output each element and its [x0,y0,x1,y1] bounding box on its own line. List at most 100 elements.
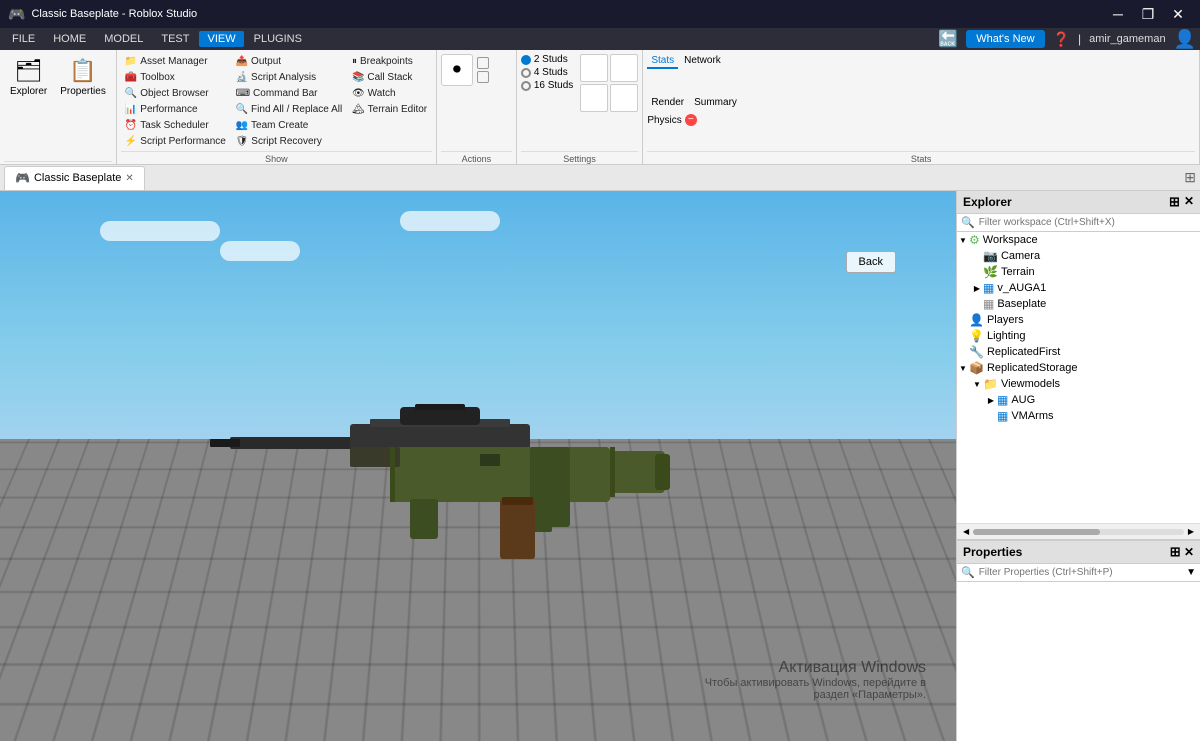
properties-btn[interactable]: 📋 Properties [54,54,112,101]
back-button[interactable]: Back [846,251,896,273]
close-button[interactable]: ✕ [1164,0,1192,28]
menu-view[interactable]: VIEW [199,31,243,47]
studs-2-radio[interactable] [521,55,531,65]
menu-plugins[interactable]: PLUGINS [246,31,310,47]
tree-item[interactable]: ▼📁Viewmodels [957,376,1200,392]
back-arrow-icon[interactable]: 🔙 [938,29,958,49]
output-icon: 📤 [236,56,248,67]
grid-icon-btn4[interactable] [610,84,638,112]
breakpoints-btn[interactable]: ⏸ Breakpoints [348,54,432,69]
right-panel: Explorer ⊞ ✕ 🔍 ▼⚙Workspace📷Camera🌿Terrai… [956,191,1200,741]
summary-tab[interactable]: Summary [690,96,741,111]
action-grid1[interactable] [477,57,489,69]
toolbox-label: Toolbox [140,72,174,83]
watch-btn[interactable]: 👁 Watch [348,86,432,101]
toolbox-btn[interactable]: 🧰 Toolbox [121,70,231,85]
user-avatar[interactable]: 👤 [1174,29,1196,50]
call-stack-btn[interactable]: 📚 Call Stack [348,70,432,85]
tree-item[interactable]: 💡Lighting [957,328,1200,344]
tree-item[interactable]: ▶▦v_AUGA1 [957,280,1200,296]
explorer-label: Explorer [10,86,47,97]
tree-item[interactable]: ▼⚙Workspace [957,232,1200,248]
tree-item-icon: ▦ [997,409,1008,423]
expand-arrow-icon[interactable]: ▶ [971,284,983,293]
render-tab[interactable]: Render [647,96,688,111]
tree-item-icon: ⚙ [969,233,980,247]
tree-item[interactable]: ▦Baseplate [957,296,1200,312]
grid-icon-btn3[interactable] [580,84,608,112]
explorer-expand-icon[interactable]: ⊞ [1169,194,1180,210]
properties-filter-dropdown[interactable]: ▼ [1186,567,1196,578]
studs-2-option[interactable]: 2 Studs [521,54,573,65]
tree-item[interactable]: 🔧ReplicatedFirst [957,344,1200,360]
tree-item[interactable]: 🌿Terrain [957,264,1200,280]
performance-btn[interactable]: 📊 Performance [121,102,231,117]
menu-file[interactable]: FILE [4,31,43,47]
explorer-btn[interactable]: 🗂 Explorer [4,54,53,101]
task-scheduler-label: Task Scheduler [140,120,208,131]
minimize-button[interactable]: ─ [1104,0,1132,28]
expand-arrow-icon[interactable]: ▼ [971,380,983,389]
output-btn[interactable]: 📤 Output [232,54,347,69]
terrain-editor-btn[interactable]: 🏔 Terrain Editor [348,102,432,117]
viewport-restore-icon[interactable]: ⊞ [1184,169,1196,186]
explorer-filter-input[interactable] [979,217,1196,228]
title-left: 🎮 Classic Baseplate - Roblox Studio [8,6,197,23]
cloud2 [220,241,300,261]
tree-item-label: Workspace [983,234,1038,246]
tree-item[interactable]: 👤Players [957,312,1200,328]
expand-arrow-icon[interactable]: ▼ [957,236,969,245]
task-scheduler-btn[interactable]: ⏰ Task Scheduler [121,118,231,133]
object-browser-btn[interactable]: 🔍 Object Browser [121,86,231,101]
studs-16-option[interactable]: 16 Studs [521,80,573,91]
terrain-editor-icon: 🏔 [352,104,365,115]
grid-icon-btn2[interactable] [610,54,638,82]
studs-4-option[interactable]: 4 Studs [521,67,573,78]
scroll-right-arrow[interactable]: ▶ [1184,527,1198,536]
properties-filter-input[interactable] [979,567,1182,578]
asset-manager-btn[interactable]: 📁 Asset Manager [121,54,231,69]
scroll-left-arrow[interactable]: ◀ [959,527,973,536]
actions-content: ⏺ [441,54,512,149]
menu-home[interactable]: HOME [45,31,94,47]
grid-icon-btn[interactable] [580,54,608,82]
maximize-button[interactable]: ❐ [1134,0,1162,28]
studs-4-radio[interactable] [521,68,531,78]
menu-test[interactable]: TEST [153,31,197,47]
studs-16-radio[interactable] [521,81,531,91]
viewport-tab[interactable]: 🎮 Classic Baseplate ✕ [4,166,145,190]
expand-arrow-icon[interactable]: ▶ [985,396,997,405]
properties-header: Properties ⊞ ✕ [957,541,1200,564]
tree-item[interactable]: ▦VMArms [957,408,1200,424]
tree-item[interactable]: 📷Camera [957,248,1200,264]
team-create-btn[interactable]: 👥 Team Create [232,118,347,133]
find-replace-btn[interactable]: 🔍 Find All / Replace All [232,102,347,117]
script-recovery-btn[interactable]: 🛡 Script Recovery [232,134,347,149]
script-analysis-btn[interactable]: 🔬 Script Analysis [232,70,347,85]
properties-close-icon[interactable]: ✕ [1184,545,1194,559]
tree-item[interactable]: ▼📦ReplicatedStorage [957,360,1200,376]
whats-new-button[interactable]: What's New [966,30,1044,48]
properties-expand-icon[interactable]: ⊞ [1170,544,1181,559]
command-bar-btn[interactable]: ⌨ Command Bar [232,86,347,101]
separator: | [1078,32,1081,46]
ribbon-inner: 🗂 Explorer 📋 Properties 📁 Asset Manager [0,50,1200,164]
ribbon-section-show: 📁 Asset Manager 🧰 Toolbox 🔍 Object Brows… [117,50,437,164]
ribbon: 🗂 Explorer 📋 Properties 📁 Asset Manager [0,50,1200,165]
tab-close-btn[interactable]: ✕ [125,173,133,184]
script-analysis-icon: 🔬 [236,72,248,83]
explorer-close-icon[interactable]: ✕ [1184,194,1194,210]
tree-item[interactable]: ▶▦AUG [957,392,1200,408]
script-performance-btn[interactable]: ⚡ Script Performance [121,134,231,149]
action-grid2[interactable] [477,71,489,83]
title-bar: 🎮 Classic Baseplate - Roblox Studio ─ ❐ … [0,0,1200,28]
viewport[interactable]: Back Активация Windows Чтобы активироват… [0,191,956,741]
menu-model[interactable]: MODEL [96,31,151,47]
expand-arrow-icon[interactable]: ▼ [957,364,969,373]
network-tab[interactable]: Network [680,54,725,69]
action-record-btn[interactable]: ⏺ [441,54,473,86]
asset-manager-label: Asset Manager [140,56,207,67]
physics-minus-btn[interactable]: − [685,114,697,126]
help-icon[interactable]: ❓ [1053,31,1070,48]
stats-tab[interactable]: Stats [647,54,678,69]
